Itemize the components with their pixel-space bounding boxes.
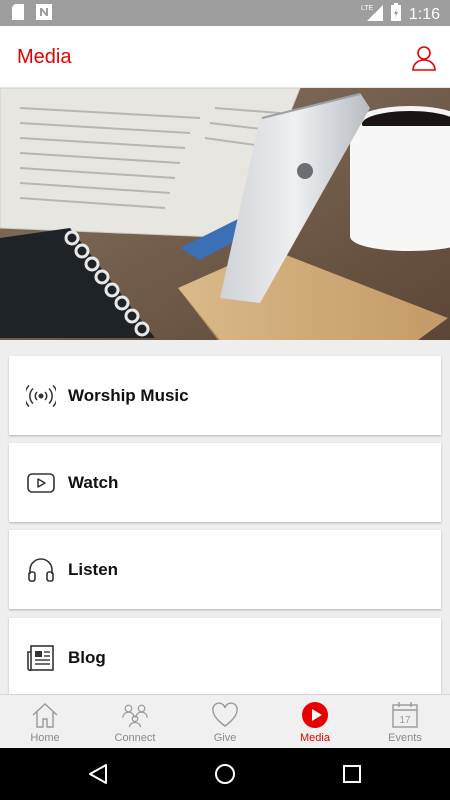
sd-card-icon	[12, 4, 24, 25]
battery-icon	[390, 3, 401, 26]
nav-item-home[interactable]: Home	[0, 695, 90, 748]
menu-item-worship-music[interactable]: Worship Music	[9, 356, 441, 435]
nav-label: Events	[388, 732, 422, 744]
menu-item-label: Worship Music	[68, 385, 189, 405]
nav-label: Give	[213, 732, 237, 744]
status-right-icons: LTE 1:16	[361, 3, 440, 26]
svg-text:LTE: LTE	[361, 5, 374, 12]
hero-image	[0, 88, 450, 340]
app-bar: Media	[0, 26, 450, 88]
page-title: Media	[17, 46, 72, 68]
home-icon	[31, 701, 59, 729]
n-notification-icon	[36, 4, 52, 25]
calendar-icon: 17	[391, 701, 419, 729]
menu-item-watch[interactable]: Watch	[9, 443, 441, 522]
menu-item-label: Listen	[68, 559, 119, 579]
people-icon	[121, 701, 149, 729]
lte-signal-icon: LTE	[361, 3, 383, 26]
menu-item-label: Blog	[68, 647, 106, 667]
newspaper-icon	[26, 643, 56, 673]
home-button[interactable]	[213, 762, 237, 786]
system-navigation-bar	[0, 748, 450, 800]
nav-item-connect[interactable]: Connect	[90, 695, 180, 748]
recents-button[interactable]	[340, 762, 364, 786]
menu-item-listen[interactable]: Listen	[9, 530, 441, 609]
back-button[interactable]	[86, 762, 110, 786]
user-icon	[412, 46, 436, 71]
play-video-icon	[26, 468, 56, 498]
bottom-navigation: Home Connect Give Media 17 Events	[0, 694, 450, 748]
menu-item-blog[interactable]: Blog	[9, 618, 441, 694]
menu-item-label: Watch	[68, 472, 119, 492]
media-menu: Worship Music Watch Listen Blog	[0, 340, 450, 694]
nav-item-give[interactable]: Give	[180, 695, 270, 748]
status-bar: LTE 1:16	[0, 0, 450, 26]
heart-icon	[211, 701, 239, 729]
headphones-icon	[26, 555, 56, 585]
back-triangle-icon	[89, 764, 107, 784]
nav-item-media[interactable]: Media	[270, 695, 360, 748]
media-play-icon	[301, 701, 329, 729]
broadcast-icon	[26, 381, 56, 411]
home-circle-icon	[215, 764, 235, 784]
nav-label: Connect	[114, 732, 156, 744]
status-left-icons	[12, 4, 52, 25]
nav-label: Media	[300, 732, 330, 744]
recents-square-icon	[343, 765, 361, 783]
status-time: 1:16	[408, 5, 440, 23]
nav-item-events[interactable]: 17 Events	[360, 695, 450, 748]
svg-text:17: 17	[399, 715, 411, 726]
nav-label: Home	[30, 732, 60, 744]
profile-button[interactable]	[410, 44, 438, 72]
